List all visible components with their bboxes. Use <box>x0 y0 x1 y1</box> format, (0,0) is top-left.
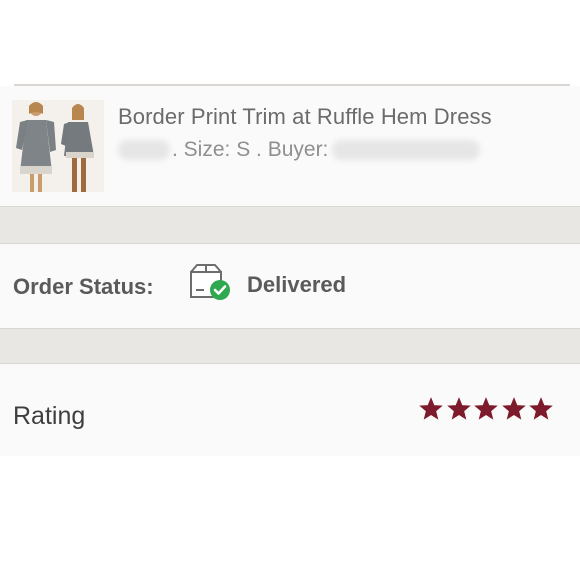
order-status-row: Order Status: Delivered <box>0 244 580 328</box>
package-delivered-icon <box>188 262 234 302</box>
bottom-blank-area <box>0 456 580 580</box>
item-size-buyer: . Size: S . Buyer: <box>172 138 329 161</box>
star-rating <box>419 397 557 421</box>
item-title[interactable]: Border Print Trim at Ruffle Hem Dress <box>118 104 492 130</box>
top-blank-area <box>0 0 580 78</box>
rating-row: Rating <box>0 364 580 456</box>
order-status-value: Delivered <box>247 272 347 297</box>
section-separator <box>0 328 580 364</box>
order-status-label: Order Status: <box>13 274 154 299</box>
star-icon <box>419 397 443 421</box>
item-meta: . Size: S . Buyer: <box>118 138 481 164</box>
star-icon <box>474 397 498 421</box>
order-item-card[interactable]: Border Print Trim at Ruffle Hem Dress . … <box>0 86 580 206</box>
rating-label: Rating <box>13 402 86 430</box>
star-icon <box>529 397 553 421</box>
section-separator <box>0 206 580 244</box>
dress-photo-icon[interactable] <box>12 100 104 192</box>
redacted-buyer-name <box>332 140 481 160</box>
star-icon <box>446 397 471 421</box>
redacted-text <box>118 140 170 160</box>
star-icon <box>501 397 526 421</box>
